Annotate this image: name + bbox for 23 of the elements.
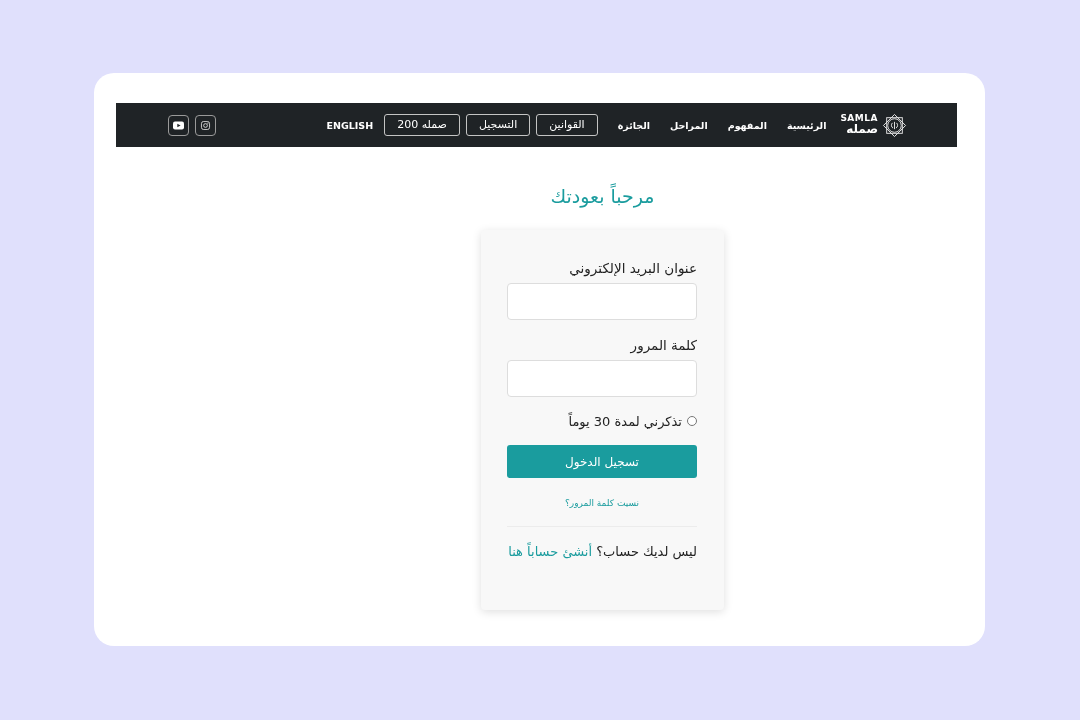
field-label: كلمة المرور: [630, 336, 697, 355]
social-link[interactable]: [168, 114, 189, 136]
nav-link[interactable]: ENGLISH: [326, 119, 374, 131]
input-field[interactable]: [507, 283, 697, 320]
nav-button[interactable]: صمله 200: [384, 114, 460, 136]
nav-link[interactable]: الرئيسية: [786, 119, 827, 131]
input-field[interactable]: [507, 360, 697, 397]
nav-link[interactable]: الجائزة: [617, 119, 650, 131]
page-title: مرحباً بعودتك: [549, 183, 656, 209]
logo-wordmark: SAMLA: [840, 114, 878, 123]
social-link[interactable]: [195, 114, 216, 136]
nav-link[interactable]: المفهوم: [727, 119, 767, 131]
logo-wordmark: صمله: [846, 123, 878, 136]
signup-prompt: ليس لديك حساب؟ أنشئ حساباً هنا: [507, 541, 697, 562]
camera-icon: [200, 120, 211, 130]
remember-checkbox[interactable]: [687, 416, 697, 426]
star-emblem-icon: [882, 112, 907, 138]
field-label: عنوان البريد الإلكتروني: [569, 259, 697, 278]
nav-link[interactable]: المراحل: [670, 119, 708, 131]
nav-button[interactable]: القوانين: [536, 114, 598, 136]
play-icon: [173, 120, 184, 130]
nav-button[interactable]: التسجيل: [465, 114, 531, 136]
remember-label: تذكرني لمدة 30 يوماً: [568, 413, 682, 429]
